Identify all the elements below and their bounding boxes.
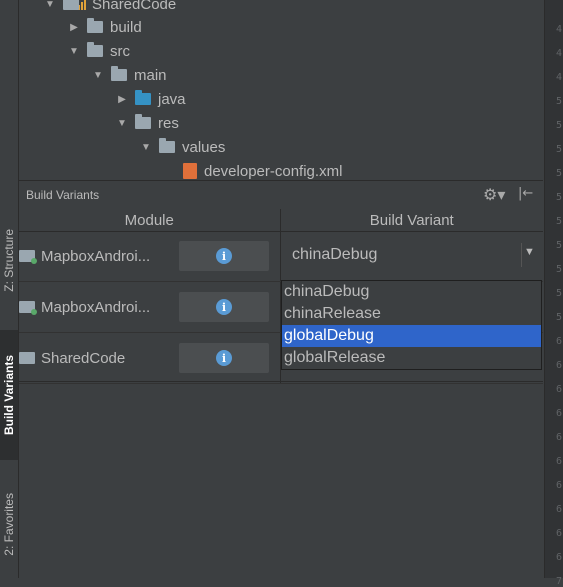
panel-header: Build Variants ⚙▾ |← <box>19 180 543 210</box>
tab-build-variants-label: Build Variants <box>2 354 16 436</box>
library-module-icon <box>19 352 35 364</box>
dropdown-option-china-debug[interactable]: chinaDebug <box>282 281 541 303</box>
project-tree: ▼ SharedCode ▶ build ▼ src ▼ main ▶ java… <box>19 0 543 180</box>
folder-icon <box>111 66 127 81</box>
line-number: 5 <box>555 312 562 323</box>
build-variant-dropdown: chinaDebug chinaRelease globalDebug glob… <box>281 280 542 370</box>
column-headers: Module Build Variant <box>19 209 543 232</box>
combo-separator <box>521 243 522 267</box>
chevron-down-icon[interactable]: ▼ <box>524 246 535 258</box>
tree-item-label: developer-config.xml <box>204 162 343 180</box>
tree-item-label: src <box>110 42 130 60</box>
android-module-icon <box>19 250 37 264</box>
module-cell: SharedCode <box>19 333 125 383</box>
tab-favorites-label: 2: Favorites <box>2 492 16 556</box>
folder-icon <box>87 18 103 33</box>
line-number: 6 <box>555 528 562 539</box>
module-info-button[interactable]: i <box>179 241 269 271</box>
module-cell: MapboxAndroi... <box>19 231 150 281</box>
line-number: 6 <box>555 480 562 491</box>
module-name: MapboxAndroi... <box>41 298 151 316</box>
tree-item-src[interactable]: ▼ src <box>69 41 130 61</box>
line-number: 4 <box>555 24 562 35</box>
line-number: 6 <box>555 504 562 515</box>
line-number: 5 <box>555 192 562 203</box>
module-info-button[interactable]: i <box>179 343 269 373</box>
tab-structure[interactable]: Z: Structure <box>0 200 18 320</box>
module-name: SharedCode <box>41 349 126 367</box>
info-icon: i <box>216 299 232 315</box>
source-folder-icon <box>135 90 151 105</box>
left-tool-strip: Z: Structure Build Variants 2: Favorites <box>0 0 19 578</box>
module-name: MapboxAndroi... <box>41 247 151 265</box>
info-icon: i <box>216 350 232 366</box>
folder-icon <box>159 138 175 153</box>
android-module-icon <box>19 301 37 315</box>
collapse-arrow-icon[interactable]: ▶ <box>117 94 127 105</box>
build-variants-panel: Build Variants ⚙▾ |← Module Build Varian… <box>19 180 543 578</box>
expand-arrow-icon[interactable]: ▼ <box>69 46 79 57</box>
expand-arrow-icon[interactable]: ▼ <box>141 142 151 153</box>
dropdown-option-china-release[interactable]: chinaRelease <box>282 303 541 325</box>
table-bottom-border <box>19 381 543 382</box>
line-number: 5 <box>555 240 562 251</box>
line-number: 6 <box>555 384 562 395</box>
line-number: 6 <box>555 360 562 371</box>
column-header-build-variant[interactable]: Build Variant <box>281 209 544 231</box>
module-bars-icon <box>78 0 86 10</box>
editor-gutter: 444555555555566666666667 <box>544 0 563 587</box>
line-number: 5 <box>555 264 562 275</box>
tree-item-sharedcode[interactable]: ▼ SharedCode <box>45 0 176 14</box>
info-icon: i <box>216 248 232 264</box>
module-info-button[interactable]: i <box>179 292 269 322</box>
build-variant-value: chinaDebug <box>292 246 378 263</box>
xml-file-icon <box>183 163 197 179</box>
tree-item-label: build <box>110 18 142 36</box>
tree-item-label: values <box>182 138 226 156</box>
line-number: 6 <box>555 336 562 347</box>
line-number: 5 <box>555 120 562 131</box>
tree-item-res[interactable]: ▼ res <box>117 113 179 133</box>
folder-icon <box>63 0 79 10</box>
module-cell: MapboxAndroi... <box>19 282 150 332</box>
dropdown-option-global-debug[interactable]: globalDebug <box>282 325 541 347</box>
tab-build-variants[interactable]: Build Variants <box>0 330 18 460</box>
gear-icon[interactable]: ⚙▾ <box>483 185 505 205</box>
tree-item-label: res <box>158 114 179 132</box>
column-header-module[interactable]: Module <box>19 209 281 231</box>
build-variant-select[interactable]: chinaDebug ▼ <box>281 231 543 279</box>
line-number: 6 <box>555 456 562 467</box>
expand-arrow-icon[interactable]: ▼ <box>117 118 127 129</box>
panel-title: Build Variants <box>26 188 100 202</box>
tree-item-label: java <box>158 90 186 108</box>
folder-icon <box>87 42 103 57</box>
tree-item-label: main <box>134 66 167 84</box>
line-number: 5 <box>555 168 562 179</box>
line-number: 6 <box>555 432 562 443</box>
collapse-arrow-icon[interactable]: ▶ <box>69 22 79 33</box>
line-number: 4 <box>555 48 562 59</box>
line-number: 4 <box>555 72 562 83</box>
tree-item-values[interactable]: ▼ values <box>141 137 225 157</box>
tab-favorites[interactable]: 2: Favorites <box>0 470 18 578</box>
dropdown-option-global-release[interactable]: globalRelease <box>282 347 541 369</box>
line-number: 5 <box>555 288 562 299</box>
expand-arrow-icon[interactable]: ▼ <box>45 0 55 10</box>
line-number: 6 <box>555 552 562 563</box>
tree-item-build[interactable]: ▶ build <box>69 17 142 37</box>
tree-item-java[interactable]: ▶ java <box>117 89 186 109</box>
hide-panel-icon[interactable]: |← <box>518 186 533 201</box>
line-number: 5 <box>555 144 562 155</box>
tree-item-main[interactable]: ▼ main <box>93 65 167 85</box>
line-number: 6 <box>555 408 562 419</box>
tree-item-label: SharedCode <box>92 0 177 13</box>
tab-structure-label: Z: Structure <box>2 228 16 292</box>
tree-item-developer-config[interactable]: developer-config.xml <box>183 161 342 181</box>
line-number: 5 <box>555 216 562 227</box>
line-number: 5 <box>555 96 562 107</box>
expand-arrow-icon[interactable]: ▼ <box>93 70 103 81</box>
resource-folder-icon <box>135 114 151 129</box>
